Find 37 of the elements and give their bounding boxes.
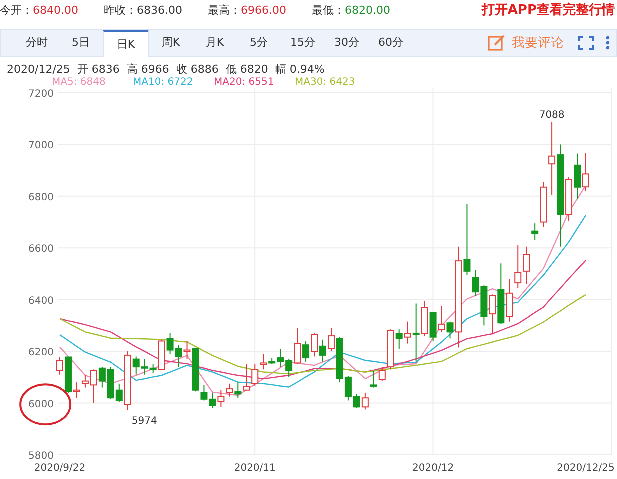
axis-label: 5800: [28, 451, 54, 462]
axis-label: 6600: [28, 244, 54, 256]
moving-average-legend: MA20: 6551: [214, 77, 295, 88]
axis-label: 6800: [28, 192, 54, 204]
edit-icon: [488, 34, 506, 51]
period-tab[interactable]: 15分: [281, 30, 325, 56]
quote-item: 昨收：6836.00: [104, 2, 184, 18]
more-icon: [606, 36, 610, 50]
quote-item: 最高：6966.00: [208, 2, 288, 18]
moving-average-legend: MA5: 6848: [52, 77, 133, 88]
period-tab[interactable]: 周K: [149, 30, 193, 56]
day-summary: 2020/12/25 开 6836 高 6966 收 6886 低 6820 幅 0.94%: [6, 62, 326, 77]
price-label: 5974: [132, 416, 158, 427]
open-app-link[interactable]: 打开APP查看完整行情: [482, 1, 615, 20]
axis-label: 2020/12: [412, 463, 454, 474]
axis-label: 2020/11: [234, 463, 276, 474]
period-tab[interactable]: 分时: [15, 30, 59, 56]
period-tab[interactable]: 30分: [325, 30, 369, 56]
price-label: 7088: [539, 110, 565, 121]
quote-item: 今开：6840.00: [0, 2, 80, 18]
axis-label: 7000: [28, 140, 54, 152]
period-tab[interactable]: 日K: [103, 30, 149, 57]
period-tab[interactable]: 月K: [193, 30, 237, 56]
axis-label: 6000: [28, 399, 54, 410]
axis-label: 7200: [28, 89, 54, 100]
axis-label: 2020/12/25: [557, 463, 615, 474]
fullscreen-icon: [578, 36, 594, 50]
axis-label: 6200: [28, 348, 54, 359]
highlight-circle: [20, 384, 72, 426]
axis-label: 2020/9/22: [34, 463, 86, 474]
moving-average-legend: MA30: 6423: [295, 77, 376, 88]
period-tab[interactable]: 60分: [369, 30, 413, 56]
moving-average-legend: MA10: 6722: [133, 77, 214, 88]
period-tab[interactable]: 5分: [237, 30, 281, 56]
axis-label: 6400: [28, 296, 54, 307]
period-tab[interactable]: 5日: [59, 30, 103, 56]
quote-item: 最低：6820.00: [312, 2, 392, 18]
